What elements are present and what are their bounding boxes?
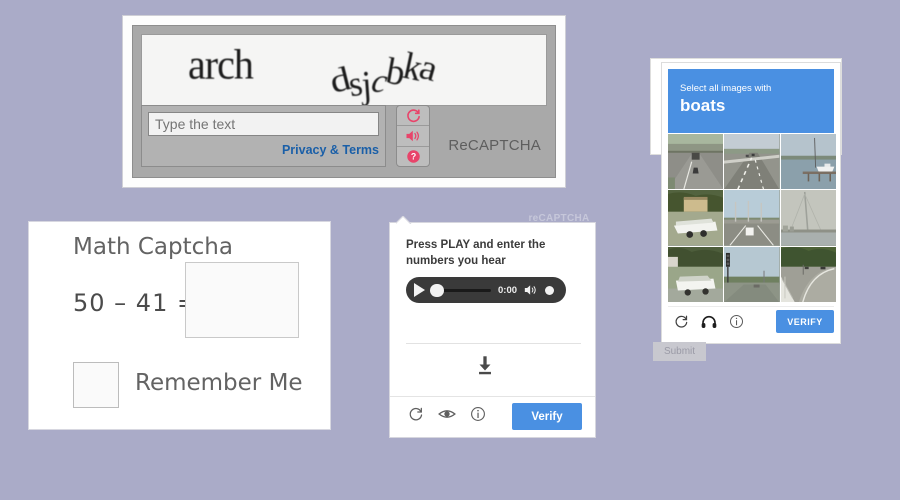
grid-tile[interactable]	[724, 134, 780, 190]
info-icon[interactable]	[470, 406, 486, 422]
info-icon[interactable]	[729, 314, 744, 329]
remember-me-checkbox[interactable]	[73, 362, 119, 408]
recaptcha-help-button[interactable]: ?	[397, 147, 429, 166]
speaker-icon[interactable]	[524, 284, 539, 296]
grid-tile[interactable]	[668, 134, 724, 190]
image-captcha-footer: VERIFY	[668, 306, 834, 337]
help-icon: ?	[406, 149, 421, 164]
download-icon[interactable]	[474, 354, 496, 381]
image-captcha-target-word: boats	[680, 96, 726, 116]
recaptcha-input-block: Privacy & Terms	[141, 105, 386, 167]
recaptcha-bottom-row: Privacy & Terms	[141, 105, 547, 169]
audio-captcha-footer: Verify	[390, 396, 595, 437]
image-captcha-header: Select all images with boats	[668, 69, 834, 133]
captcha-word-one: arch	[188, 40, 254, 89]
math-captcha-panel: Math Captcha 50 – 41 = Remember Me	[28, 221, 331, 430]
image-captcha-panel: Select all images with boats VERIFY	[661, 62, 841, 344]
image-captcha-prompt: Select all images with	[680, 83, 772, 94]
submit-button[interactable]: Submit	[653, 342, 706, 361]
volume-knob[interactable]	[545, 285, 555, 295]
captcha-word-two: dsjcbka	[326, 45, 442, 106]
divider	[406, 343, 581, 344]
grid-tile[interactable]	[668, 246, 724, 302]
math-equation-label: 50 – 41 =	[73, 289, 199, 317]
panel-notch	[396, 216, 412, 224]
grid-tile[interactable]	[780, 190, 836, 246]
grid-tile[interactable]	[724, 246, 780, 302]
audio-verify-button[interactable]: Verify	[512, 403, 582, 430]
captcha-text-input[interactable]	[148, 112, 379, 136]
progress-knob[interactable]	[430, 283, 444, 297]
recaptcha-brand-label: ReCAPTCHA	[448, 137, 541, 154]
audio-progress-slider[interactable]	[430, 283, 491, 297]
grid-tile[interactable]	[724, 190, 780, 246]
refresh-icon[interactable]	[674, 314, 689, 329]
privacy-and-terms-link[interactable]: Privacy & Terms	[148, 143, 379, 157]
headphones-icon[interactable]	[701, 315, 717, 329]
remember-me-label: Remember Me	[135, 370, 303, 396]
math-answer-input[interactable]	[185, 262, 299, 338]
eye-icon[interactable]	[438, 406, 456, 422]
refresh-icon	[406, 108, 421, 123]
image-verify-button[interactable]: VERIFY	[776, 310, 834, 333]
refresh-icon[interactable]	[408, 406, 424, 422]
image-grid	[668, 134, 836, 302]
recaptcha-icon-stack: ?	[396, 105, 430, 167]
recaptcha-text-widget: arch dsjcbka Privacy & Terms	[122, 15, 566, 188]
grid-tile[interactable]	[668, 190, 724, 246]
audio-icon	[405, 129, 422, 143]
grid-tile[interactable]	[780, 246, 836, 302]
recaptcha-audio-button[interactable]	[397, 126, 429, 147]
math-captcha-title: Math Captcha	[73, 234, 233, 260]
recaptcha-inner-frame: arch dsjcbka Privacy & Terms	[132, 25, 556, 178]
recaptcha-refresh-button[interactable]	[397, 106, 429, 127]
audio-instruction-text: Press PLAY and enter the numbers you hea…	[406, 239, 546, 267]
play-icon[interactable]	[414, 283, 425, 297]
audio-player[interactable]: 0:00	[406, 277, 566, 303]
audio-time-label: 0:00	[498, 284, 518, 296]
grid-tile[interactable]	[780, 134, 836, 190]
captcha-challenge-image: arch dsjcbka	[141, 34, 547, 106]
svg-text:?: ?	[410, 151, 415, 161]
audio-captcha-panel: Press PLAY and enter the numbers you hea…	[389, 222, 596, 438]
